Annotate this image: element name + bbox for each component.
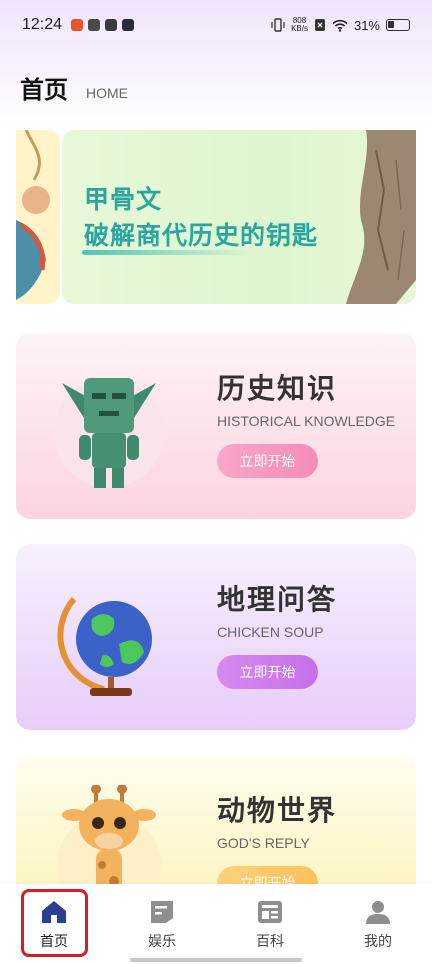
card-title: 动物世界	[217, 794, 338, 827]
status-right: 808 KB/s 31%	[271, 17, 410, 33]
entertainment-icon	[151, 901, 173, 923]
mail-notification-icon	[105, 19, 118, 31]
dunhuang-figure-icon	[16, 130, 50, 300]
nav-label-encyclopedia: 百科	[256, 934, 284, 950]
nav-item-encyclopedia[interactable]: 百科	[235, 898, 305, 951]
banner-carousel[interactable]: 甲骨文 破解商代历史的钥匙	[16, 130, 416, 304]
net-speed: 808 KB/s	[291, 17, 308, 33]
start-button-history[interactable]: 立即开始	[217, 444, 318, 478]
globe-icon	[57, 597, 152, 696]
card-subtitle: HISTORICAL KNOWLEDGE	[217, 413, 396, 429]
status-left: 12:24	[22, 16, 135, 34]
nav-label-profile: 我的	[364, 934, 392, 950]
category-card-history[interactable]: 历史知识 HISTORICAL KNOWLEDGE 立即开始	[16, 333, 416, 519]
encyclopedia-icon	[258, 901, 282, 923]
active-nav-highlight	[21, 889, 88, 957]
oracle-bone-icon	[346, 130, 416, 304]
banner-title-line1: 甲骨文	[84, 185, 163, 214]
nav-label-entertainment: 娱乐	[148, 934, 176, 950]
status-bar: 12:24 808 KB/s 31%	[0, 0, 432, 50]
nav-item-profile[interactable]: 我的	[343, 898, 413, 951]
bronze-mask-figure-icon	[54, 378, 164, 488]
banner-title-line2: 破解商代历史的钥匙	[84, 221, 319, 250]
status-time: 12:24	[22, 16, 63, 33]
card-title: 地理问答	[217, 583, 338, 616]
app-notification-icon	[71, 19, 84, 31]
card-subtitle: CHICKEN SOUP	[217, 624, 324, 640]
category-card-animals[interactable]: 动物世界 GOD'S REPLY 立即开始	[16, 755, 416, 895]
profile-icon	[366, 901, 390, 924]
sim-icon	[314, 19, 325, 31]
page-subtitle: HOME	[86, 85, 128, 101]
card-subtitle: GOD'S REPLY	[217, 835, 310, 851]
vibrate-icon	[271, 18, 285, 32]
page-title: 首页	[20, 76, 68, 104]
battery-percent: 31%	[353, 17, 380, 33]
battery-icon	[386, 19, 410, 31]
start-button-geography[interactable]: 立即开始	[217, 655, 318, 689]
message-notification-icon	[88, 19, 101, 31]
page-header: 首页 HOME	[20, 70, 128, 105]
home-indicator	[130, 958, 302, 962]
banner-slide-oracle-bone[interactable]: 甲骨文 破解商代历史的钥匙	[62, 130, 416, 304]
banner-prev-slide[interactable]	[16, 130, 60, 304]
wifi-icon	[332, 19, 348, 32]
banner-underline	[82, 250, 252, 255]
nav-item-entertainment[interactable]: 娱乐	[127, 898, 197, 951]
giraffe-icon	[57, 785, 161, 895]
net-speed-unit: KB/s	[291, 24, 308, 33]
card-title: 历史知识	[217, 372, 338, 405]
category-card-geography[interactable]: 地理问答 CHICKEN SOUP 立即开始	[16, 544, 416, 730]
play-notification-icon	[122, 19, 135, 31]
